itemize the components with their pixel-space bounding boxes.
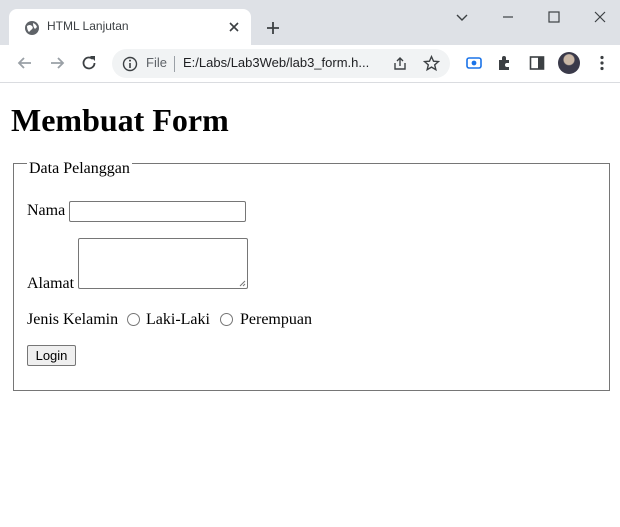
fieldset-legend: Data Pelanggan xyxy=(27,160,132,178)
extensions-puzzle-icon[interactable] xyxy=(495,53,515,73)
bookmark-star-icon[interactable] xyxy=(423,55,440,72)
tab-search-button[interactable] xyxy=(442,2,482,32)
minimize-button[interactable] xyxy=(488,2,528,32)
minimize-icon xyxy=(503,16,513,18)
url-text[interactable]: E:/Labs/Lab3Web/lab3_form.h... xyxy=(183,55,369,70)
share-icon[interactable] xyxy=(392,56,408,72)
screen-cast-icon[interactable] xyxy=(464,53,484,73)
side-panel-icon[interactable] xyxy=(527,53,547,73)
omnibox-divider xyxy=(174,56,175,72)
chevron-down-icon xyxy=(456,14,468,21)
profile-avatar[interactable] xyxy=(558,52,580,74)
close-tab-icon[interactable] xyxy=(227,20,241,34)
back-arrow-icon[interactable] xyxy=(15,53,35,73)
maximize-button[interactable] xyxy=(534,2,574,32)
radio-laki-laki[interactable] xyxy=(127,313,140,326)
maximize-icon xyxy=(548,11,560,23)
kebab-menu-icon[interactable] xyxy=(592,53,612,73)
info-icon[interactable] xyxy=(122,56,138,72)
close-icon xyxy=(594,11,606,23)
new-tab-icon[interactable] xyxy=(264,19,282,37)
login-button[interactable]: Login xyxy=(27,345,76,366)
page-heading: Membuat Form xyxy=(11,102,229,138)
reload-icon[interactable] xyxy=(79,53,99,73)
url-scheme-label: File xyxy=(146,55,167,70)
nama-input[interactable] xyxy=(69,201,246,222)
radio-perempuan[interactable] xyxy=(220,313,233,326)
nama-label: Nama xyxy=(27,202,66,219)
option-perempuan-label: Perempuan xyxy=(240,311,312,328)
resize-grip-icon[interactable] xyxy=(238,279,246,287)
alamat-label: Alamat xyxy=(27,275,75,292)
browser-tab[interactable]: HTML Lanjutan xyxy=(9,9,251,45)
close-window-button[interactable] xyxy=(580,2,620,32)
globe-icon xyxy=(25,21,39,35)
forward-arrow-icon[interactable] xyxy=(47,53,67,73)
address-bar[interactable]: File E:/Labs/Lab3Web/lab3_form.h... xyxy=(112,49,450,78)
alamat-textarea[interactable] xyxy=(78,238,248,289)
gender-label: Jenis Kelamin xyxy=(27,311,119,328)
page-content: Membuat Form Data Pelanggan Nama Alamat … xyxy=(0,83,620,527)
tab-strip: HTML Lanjutan xyxy=(0,0,620,45)
option-laki-laki-label: Laki-Laki xyxy=(146,311,210,328)
browser-toolbar: File E:/Labs/Lab3Web/lab3_form.h... xyxy=(0,45,620,83)
tab-title: HTML Lanjutan xyxy=(47,19,129,33)
